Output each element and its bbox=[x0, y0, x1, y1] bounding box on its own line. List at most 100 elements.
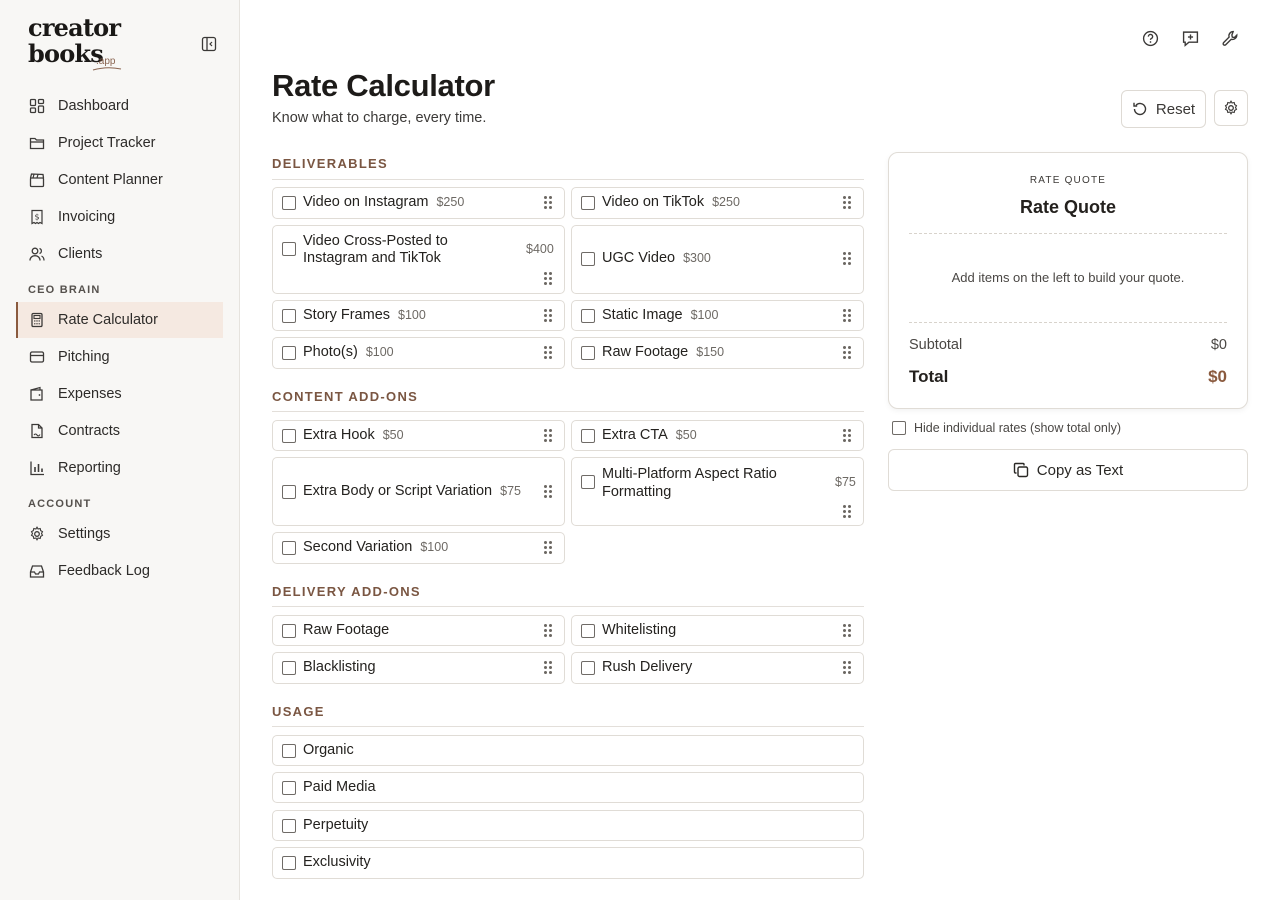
sidebar-item-clients[interactable]: Clients bbox=[16, 236, 223, 272]
rate-item[interactable]: Video on TikTok $250 bbox=[571, 187, 864, 219]
message-plus-icon[interactable] bbox=[1180, 28, 1200, 48]
sidebar-item-feedback-log[interactable]: Feedback Log bbox=[16, 553, 223, 589]
sidebar-item-settings[interactable]: Settings bbox=[16, 516, 223, 552]
item-price: $150 bbox=[696, 345, 725, 359]
item-checkbox[interactable] bbox=[581, 624, 595, 638]
drag-handle-icon[interactable] bbox=[843, 309, 853, 323]
item-checkbox[interactable] bbox=[581, 196, 595, 210]
drag-handle-icon[interactable] bbox=[544, 429, 554, 443]
drag-handle-icon[interactable] bbox=[843, 346, 853, 360]
item-checkbox[interactable] bbox=[282, 624, 296, 638]
drag-handle-icon[interactable] bbox=[843, 429, 853, 443]
help-circle-icon[interactable] bbox=[1140, 28, 1160, 48]
drag-handle-icon[interactable] bbox=[544, 272, 554, 286]
drag-handle-icon[interactable] bbox=[544, 346, 554, 360]
rate-item[interactable]: Raw Footage $150 bbox=[571, 337, 864, 369]
rate-item[interactable]: Extra CTA $50 bbox=[571, 420, 864, 451]
item-checkbox[interactable] bbox=[581, 309, 595, 323]
rate-item[interactable]: Second Variation $100 bbox=[272, 532, 565, 564]
hide-rates-checkbox[interactable] bbox=[892, 421, 906, 435]
drag-handle-icon[interactable] bbox=[544, 485, 554, 499]
sidebar-item-dashboard[interactable]: Dashboard bbox=[16, 88, 223, 124]
item-checkbox[interactable] bbox=[282, 661, 296, 675]
sidebar: creator books .app Dashboard Project Tra… bbox=[0, 0, 240, 900]
drag-handle-icon[interactable] bbox=[843, 624, 853, 638]
drag-handle-icon[interactable] bbox=[843, 661, 853, 675]
rate-item[interactable]: Multi-Platform Aspect Ratio Formatting $… bbox=[571, 457, 864, 526]
sidebar-collapse-icon[interactable] bbox=[200, 35, 218, 53]
drag-handle-icon[interactable] bbox=[843, 252, 853, 266]
item-checkbox[interactable] bbox=[282, 485, 296, 499]
brand-logo[interactable]: creator books .app bbox=[28, 16, 128, 72]
rate-item[interactable]: Video Cross-Posted to Instagram and TikT… bbox=[272, 225, 565, 294]
item-checkbox[interactable] bbox=[282, 819, 296, 833]
divider bbox=[909, 322, 1227, 323]
usage-item[interactable]: Perpetuity bbox=[272, 810, 864, 841]
drag-handle-icon[interactable] bbox=[843, 196, 853, 210]
item-checkbox[interactable] bbox=[282, 429, 296, 443]
gear-icon bbox=[1224, 100, 1238, 115]
logo-swoosh-icon bbox=[92, 67, 122, 71]
sidebar-item-pitching[interactable]: Pitching bbox=[16, 339, 223, 375]
copy-icon bbox=[1013, 462, 1028, 478]
item-price: $100 bbox=[365, 345, 394, 359]
item-checkbox[interactable] bbox=[282, 781, 296, 795]
sidebar-section-ceo-brain: CEO BRAIN bbox=[28, 284, 101, 296]
rate-item[interactable]: Raw Footage bbox=[272, 615, 565, 646]
bar-chart-icon bbox=[28, 459, 46, 477]
drag-handle-icon[interactable] bbox=[544, 196, 554, 210]
hide-rates-toggle[interactable]: Hide individual rates (show total only) bbox=[892, 421, 1121, 435]
copy-as-text-button[interactable]: Copy as Text bbox=[888, 449, 1248, 491]
item-checkbox[interactable] bbox=[282, 346, 296, 360]
sidebar-item-reporting[interactable]: Reporting bbox=[16, 450, 223, 486]
item-checkbox[interactable] bbox=[581, 429, 595, 443]
item-checkbox[interactable] bbox=[282, 309, 296, 323]
item-checkbox[interactable] bbox=[581, 346, 595, 360]
total-value: $0 bbox=[1208, 367, 1227, 386]
rate-item[interactable]: Blacklisting bbox=[272, 652, 565, 684]
item-checkbox[interactable] bbox=[282, 856, 296, 870]
wallet-icon bbox=[28, 385, 46, 403]
rate-item[interactable]: Extra Hook $50 bbox=[272, 420, 565, 451]
rate-item[interactable]: Whitelisting bbox=[571, 615, 864, 646]
item-checkbox[interactable] bbox=[282, 541, 296, 555]
sidebar-item-rate-calculator[interactable]: Rate Calculator bbox=[16, 302, 223, 338]
drag-handle-icon[interactable] bbox=[544, 624, 554, 638]
rate-item[interactable]: Photo(s) $100 bbox=[272, 337, 565, 369]
item-checkbox[interactable] bbox=[282, 242, 296, 256]
usage-item[interactable]: Paid Media bbox=[272, 772, 864, 803]
section-title-deliverables: DELIVERABLES bbox=[272, 156, 389, 171]
dashboard-icon bbox=[28, 97, 46, 115]
item-checkbox[interactable] bbox=[581, 661, 595, 675]
usage-item[interactable]: Organic bbox=[272, 735, 864, 766]
rate-item[interactable]: UGC Video $300 bbox=[571, 225, 864, 294]
item-checkbox[interactable] bbox=[581, 475, 595, 489]
sidebar-item-expenses[interactable]: Expenses bbox=[16, 376, 223, 412]
sidebar-item-content-planner[interactable]: Content Planner bbox=[16, 162, 223, 198]
top-toolbar bbox=[1140, 28, 1240, 48]
rate-item[interactable]: Static Image $100 bbox=[571, 300, 864, 331]
reset-button[interactable]: Reset bbox=[1121, 90, 1206, 128]
divider bbox=[272, 179, 864, 180]
sidebar-item-invoicing[interactable]: $ Invoicing bbox=[16, 199, 223, 235]
rate-item[interactable]: Story Frames $100 bbox=[272, 300, 565, 331]
sidebar-section-account: ACCOUNT bbox=[28, 498, 92, 510]
drag-handle-icon[interactable] bbox=[544, 661, 554, 675]
drag-handle-icon[interactable] bbox=[843, 505, 853, 519]
wrench-icon[interactable] bbox=[1220, 28, 1240, 48]
item-label: Organic bbox=[303, 742, 354, 758]
item-price: $75 bbox=[500, 484, 521, 498]
subtotal-value: $0 bbox=[1210, 337, 1227, 353]
calculator-settings-button[interactable] bbox=[1214, 90, 1248, 126]
drag-handle-icon[interactable] bbox=[544, 541, 554, 555]
usage-item[interactable]: Exclusivity bbox=[272, 847, 864, 879]
item-checkbox[interactable] bbox=[282, 744, 296, 758]
sidebar-item-contracts[interactable]: Contracts bbox=[16, 413, 223, 449]
item-checkbox[interactable] bbox=[282, 196, 296, 210]
item-checkbox[interactable] bbox=[581, 252, 595, 266]
sidebar-item-project-tracker[interactable]: Project Tracker bbox=[16, 125, 223, 161]
drag-handle-icon[interactable] bbox=[544, 309, 554, 323]
rate-item[interactable]: Rush Delivery bbox=[571, 652, 864, 684]
rate-item[interactable]: Video on Instagram $250 bbox=[272, 187, 565, 219]
rate-item[interactable]: Extra Body or Script Variation $75 bbox=[272, 457, 565, 526]
